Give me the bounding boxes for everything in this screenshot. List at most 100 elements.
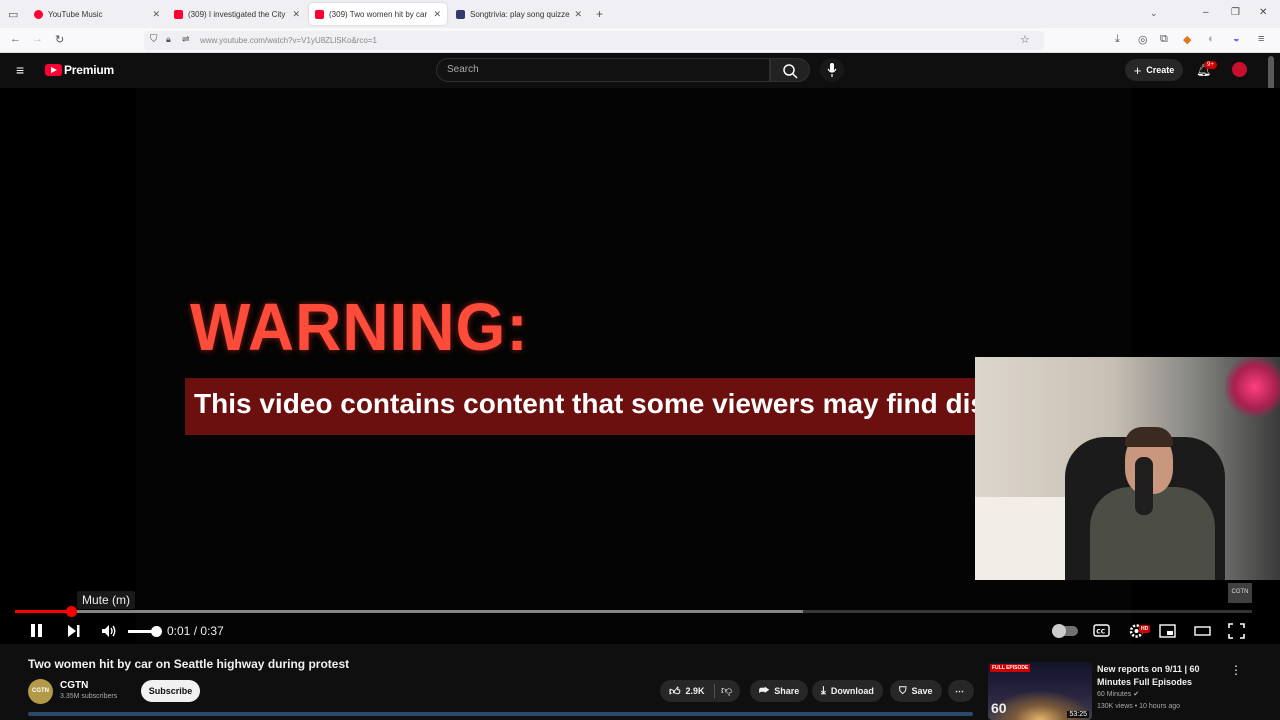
progress-played — [15, 610, 72, 613]
tab-close-icon[interactable]: ✕ — [574, 9, 582, 20]
tab-youtube-music[interactable]: YouTube Music ✕ — [28, 3, 166, 25]
download-label: Download — [830, 686, 874, 696]
address-bar[interactable]: ⛉ 🔒︎ ⇌ www.youtube.com/watch?v=V1yU8ZLlS… — [144, 31, 1044, 50]
channel-avatar[interactable]: CGTN — [28, 679, 53, 704]
save-button[interactable]: ⛉ Save — [890, 680, 942, 702]
full-episode-badge: FULL EPISODE — [990, 664, 1031, 672]
forward-icon[interactable]: → — [32, 33, 43, 45]
share-icon: ⮫ — [759, 684, 770, 697]
volume-icon — [102, 625, 116, 637]
thumbs-up-icon: 👍︎ — [669, 685, 681, 698]
description-box-edge — [28, 712, 973, 716]
more-vertical-icon[interactable]: ⋮ — [1230, 663, 1242, 677]
video-warning-banner: This video contains content that some vi… — [185, 378, 975, 435]
sixty-minutes-thumb-logo: 60 — [991, 700, 1007, 716]
theater-mode-icon — [1194, 626, 1211, 636]
recommendation-channel-name: 60 Minutes — [1097, 691, 1132, 698]
reload-icon[interactable]: ↻ — [55, 33, 64, 46]
mute-button[interactable] — [100, 622, 118, 645]
like-button[interactable]: 👍︎ 2.9K — [669, 685, 705, 698]
subscribe-button[interactable]: Subscribe — [141, 680, 200, 702]
search-icon — [783, 64, 798, 79]
guide-menu-icon[interactable]: ≡ — [16, 62, 24, 78]
thumbs-down-icon[interactable]: 👎︎ — [721, 684, 732, 697]
create-button[interactable]: + Create — [1125, 59, 1183, 81]
restore-icon[interactable]: ❐ — [1231, 7, 1240, 18]
closed-captions-icon: CC — [1093, 624, 1110, 637]
tab-title: (309) Two women hit by car on — [329, 9, 430, 19]
user-avatar[interactable] — [1232, 62, 1247, 77]
cgtn-watermark: CGTN — [1228, 583, 1252, 603]
recommendation-title[interactable]: New reports on 9/11 | 60 Minutes Full Ep… — [1097, 663, 1222, 689]
video-warning-text: This video contains content that some vi… — [194, 388, 975, 419]
miniplayer-icon — [1159, 624, 1176, 638]
metamask-extension-icon[interactable]: ◆ — [1183, 33, 1191, 46]
youtube-premium-logo-text[interactable]: Premium — [64, 63, 114, 77]
like-count: 2.9K — [685, 686, 705, 696]
tab-list-icon[interactable]: ▭ — [8, 8, 18, 21]
tab-title: (309) I investigated the City that — [188, 9, 288, 19]
tab-close-icon[interactable]: ✕ — [292, 9, 300, 20]
url-text: www.youtube.com/watch?v=V1yU8ZLlSKo&rco=… — [200, 36, 377, 45]
account-icon[interactable]: ◎ — [1138, 33, 1148, 46]
download-button[interactable]: ⤓ Download — [812, 680, 883, 702]
extension-icon[interactable]: ◒ — [1233, 33, 1240, 45]
lock-icon[interactable]: 🔒︎ — [166, 34, 171, 45]
more-actions-button[interactable]: ⋯ — [948, 680, 974, 702]
tab-songtrivia[interactable]: Songtrivia: play song quizzes ar ✕ — [450, 3, 588, 25]
webcam-microphone — [1135, 457, 1153, 515]
youtube-logo-icon[interactable] — [45, 64, 62, 76]
close-window-icon[interactable]: ✕ — [1259, 7, 1267, 18]
channel-name[interactable]: CGTN — [60, 680, 88, 691]
miniplayer-button[interactable] — [1159, 622, 1177, 645]
minimize-icon[interactable]: – — [1203, 7, 1209, 18]
recommendation-thumbnail[interactable]: FULL EPISODE 60 53:25 — [988, 662, 1092, 720]
create-label: Create — [1146, 65, 1175, 75]
youtube-favicon-icon — [174, 9, 183, 19]
fullscreen-button[interactable] — [1228, 622, 1246, 645]
save-label: Save — [911, 686, 933, 696]
theater-mode-button[interactable] — [1194, 622, 1212, 645]
mute-tooltip: Mute (m) — [77, 591, 135, 609]
tab-two-women-hit[interactable]: (309) Two women hit by car on ✕ — [309, 3, 447, 25]
search-input[interactable]: Search — [436, 58, 770, 82]
save-playlist-icon: ⛉ — [899, 685, 907, 697]
video-duration: 53:25 — [1067, 711, 1089, 718]
tab-overflow-chevron-icon[interactable]: ⌄ — [1150, 8, 1158, 19]
time-total: 0:37 — [200, 624, 224, 638]
browser-menu-icon[interactable]: ≡ — [1258, 33, 1264, 45]
share-button[interactable]: ⮫ Share — [750, 680, 809, 702]
like-divider — [714, 684, 715, 698]
share-label: Share — [774, 686, 800, 696]
next-button[interactable] — [66, 622, 82, 645]
downloads-icon[interactable]: ⤓ — [1115, 33, 1120, 46]
voice-search-button[interactable] — [820, 58, 844, 82]
autoplay-toggle[interactable] — [1052, 624, 1078, 638]
download-icon: ⤓ — [821, 684, 826, 697]
subscriber-count: 3.35M subscribers — [60, 693, 118, 700]
new-tab-icon[interactable]: + — [596, 7, 603, 21]
webcam-shelf — [975, 497, 1065, 580]
tracking-shield-icon[interactable]: ⛉ — [150, 34, 158, 45]
tab-close-icon[interactable]: ✕ — [433, 9, 441, 20]
tab-investigated-city[interactable]: (309) I investigated the City that ✕ — [168, 3, 306, 25]
bookmark-star-icon[interactable]: ☆ — [1020, 33, 1030, 46]
permissions-icon[interactable]: ⇌ — [182, 34, 190, 45]
subtitles-button[interactable]: CC — [1093, 622, 1111, 645]
browser-tab-bar: ▭ YouTube Music ✕ (309) I investigated t… — [0, 0, 1280, 28]
pause-icon — [31, 624, 42, 637]
pause-button[interactable] — [29, 622, 45, 645]
recommendation-channel[interactable]: 60 Minutes ✔ — [1097, 690, 1139, 698]
songtrivia-favicon-icon — [456, 9, 465, 19]
notifications-count-badge: 9+ — [1204, 61, 1217, 69]
more-horizontal-icon: ⋯ — [955, 685, 964, 696]
tab-close-icon[interactable]: ✕ — [152, 9, 160, 20]
video-warning-title: WARNING: — [190, 289, 529, 365]
extension-icon[interactable]: ◐ — [1208, 33, 1215, 45]
time-display: 0:01 / 0:37 — [167, 624, 224, 638]
search-button[interactable] — [770, 58, 810, 82]
time-current: 0:01 — [167, 624, 191, 638]
time-separator: / — [193, 624, 198, 638]
extensions-icon[interactable]: ⧉ — [1160, 33, 1168, 46]
back-icon[interactable]: ← — [10, 33, 21, 45]
